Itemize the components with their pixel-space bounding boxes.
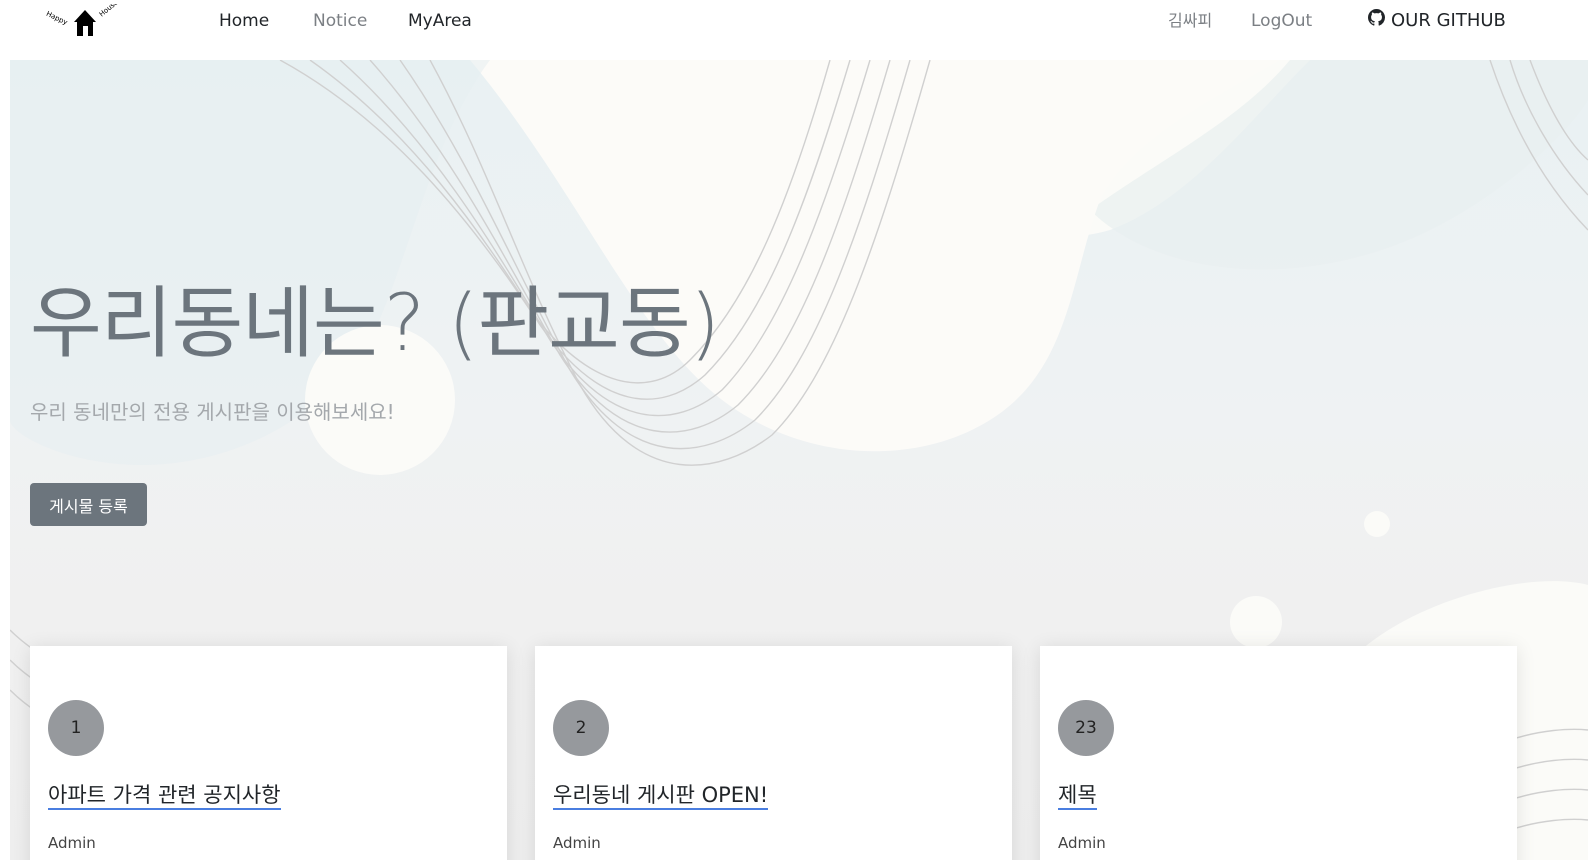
post-author: Admin (1058, 834, 1106, 852)
post-title-link[interactable]: 제목 (1058, 782, 1097, 810)
post-card: 2 우리동네 게시판 OPEN! Admin (535, 646, 1012, 860)
github-icon (1368, 9, 1385, 32)
nav-link-home[interactable]: Home (219, 10, 269, 32)
register-post-button[interactable]: 게시물 등록 (30, 483, 147, 526)
happy-house-logo[interactable]: Happy House (44, 0, 126, 38)
post-author: Admin (48, 834, 96, 852)
hero-section: 우리동네는? (판교동) 우리 동네만의 전용 게시판을 이용해보세요! 게시물… (10, 60, 1588, 860)
post-number-badge: 2 (553, 700, 609, 756)
hero-title: 우리동네는? (판교동) (30, 279, 720, 369)
svg-text:House: House (98, 4, 120, 19)
post-card: 23 제목 Admin (1040, 646, 1517, 860)
nav-link-notice[interactable]: Notice (313, 10, 367, 32)
user-name-link[interactable]: 김싸피 (1168, 10, 1212, 32)
nav-link-myarea[interactable]: MyArea (408, 10, 472, 32)
post-number-badge: 1 (48, 700, 104, 756)
svg-text:Happy: Happy (45, 10, 69, 27)
logout-link[interactable]: LogOut (1251, 10, 1312, 32)
post-card: 1 아파트 가격 관련 공지사항 Admin (30, 646, 507, 860)
post-title-link[interactable]: 아파트 가격 관련 공지사항 (48, 782, 281, 810)
post-author: Admin (553, 834, 601, 852)
github-link[interactable]: OUR GITHUB (1368, 9, 1506, 32)
post-number-badge: 23 (1058, 700, 1114, 756)
hero-subtitle: 우리 동네만의 전용 게시판을 이용해보세요! (30, 400, 395, 424)
post-title-link[interactable]: 우리동네 게시판 OPEN! (553, 782, 769, 810)
top-navbar: Happy House Home Notice MyArea 김싸피 LogOu… (0, 0, 1588, 60)
github-label: OUR GITHUB (1391, 9, 1506, 31)
